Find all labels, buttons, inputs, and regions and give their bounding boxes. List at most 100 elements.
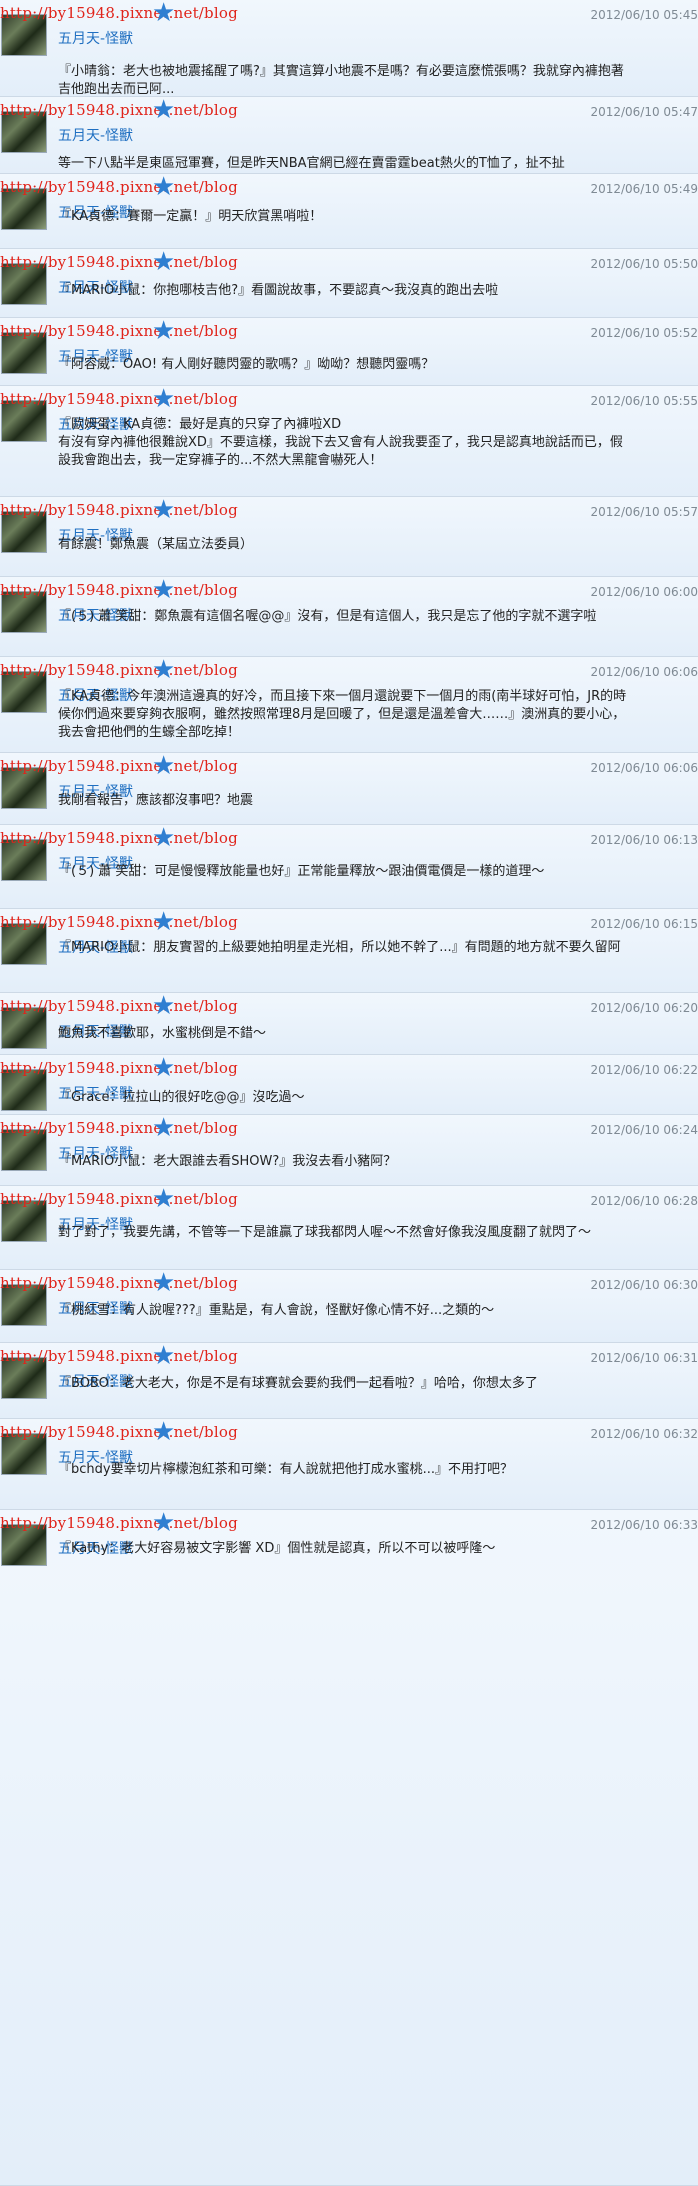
star-icon: ★ <box>152 1343 176 1371</box>
post-timestamp: 2012/06/10 06:28 <box>590 1194 698 1208</box>
watermark-url: http://by15948.pixnet.net/blog <box>0 253 238 271</box>
watermark-url: http://by15948.pixnet.net/blog <box>0 829 238 847</box>
plurk-message: 我剛看報告，應該都沒事吧？地震 <box>58 793 254 808</box>
watermark-url: http://by15948.pixnet.net/blog <box>0 1514 238 1532</box>
watermark-url: http://by15948.pixnet.net/blog <box>0 1423 238 1441</box>
star-icon: ★ <box>152 249 176 277</box>
star-icon: ★ <box>152 909 176 937</box>
post-timestamp: 2012/06/10 06:31 <box>590 1351 698 1365</box>
post-timestamp: 2012/06/10 06:24 <box>590 1123 698 1137</box>
plurk-item: http://by15948.pixnet.net/blog ★ 五月天-怪獸 201… <box>0 1055 698 1115</box>
plurk-message: 有餘震！鄭魚震（某屆立法委員） <box>58 537 254 552</box>
star-icon: ★ <box>152 1419 176 1447</box>
plurk-message: 『Kathy：老大好容易被文字影響 XD』個性就是認真，所以不可以被呼隆～ <box>58 1541 496 1556</box>
post-timestamp: 2012/06/10 06:20 <box>590 1001 698 1015</box>
plurk-item: http://by15948.pixnet.net/blog ★ 五月天-怪獸 201… <box>0 97 698 174</box>
plurk-item: http://by15948.pixnet.net/blog ★ 五月天-怪獸 201… <box>0 174 698 249</box>
plurk-message: 『(５) 蕭 笑甜：鄭魚震有這個名喔@@』沒有，但是有這個人，我只是忘了他的字就… <box>58 609 597 624</box>
star-icon: ★ <box>152 1186 176 1214</box>
plurk-item: http://by15948.pixnet.net/blog ★ 五月天-怪獸 201… <box>0 1115 698 1186</box>
post-timestamp: 2012/06/10 05:55 <box>590 394 698 408</box>
plurk-message: 『bchdy要幸切片檸檬泡紅茶和可樂：有人說就把他打成水蜜桃...』不用打吧？ <box>58 1462 513 1477</box>
plurk-message: 鮑魚我不喜歡耶，水蜜桃倒是不錯～ <box>58 1026 267 1041</box>
watermark-url: http://by15948.pixnet.net/blog <box>0 997 238 1015</box>
star-icon: ★ <box>152 753 176 781</box>
watermark-url: http://by15948.pixnet.net/blog <box>0 1119 238 1137</box>
plurk-message: 『MARIO小鼠：老大跟誰去看SHOW?』我沒去看小豬阿？ <box>58 1154 397 1169</box>
watermark-url: http://by15948.pixnet.net/blog <box>0 1347 238 1365</box>
plurk-message: 『KA貞德：賽爾一定贏！』明天欣賞黑哨啦！ <box>58 209 323 224</box>
plurk-item: http://by15948.pixnet.net/blog ★ 五月天-怪獸 201… <box>0 577 698 657</box>
plurk-feed: http://by15948.pixnet.net/blog ★ 五月天-怪獸 201… <box>0 0 698 2186</box>
star-icon: ★ <box>152 174 176 202</box>
watermark-url: http://by15948.pixnet.net/blog <box>0 913 238 931</box>
post-timestamp: 2012/06/10 06:33 <box>590 1518 698 1532</box>
plurk-item: http://by15948.pixnet.net/blog ★ 五月天-怪獸 201… <box>0 657 698 753</box>
post-timestamp: 2012/06/10 06:30 <box>590 1278 698 1292</box>
star-icon: ★ <box>152 993 176 1021</box>
user-name-link[interactable]: 五月天-怪獸 <box>58 125 133 145</box>
plurk-message: 『KA貞德：今年澳洲這邊真的好冷，而且接下來一個月還說要下一個月的雨(南半球好可… <box>58 689 627 740</box>
plurk-item: http://by15948.pixnet.net/blog ★ 五月天-怪獸 201… <box>0 497 698 577</box>
watermark-url: http://by15948.pixnet.net/blog <box>0 1190 238 1208</box>
watermark-url: http://by15948.pixnet.net/blog <box>0 661 238 679</box>
plurk-message: 『阿容威：OAO! 有人剛好聽閃靈的歌嗎？』呦呦？想聽閃靈嗎？ <box>58 357 435 372</box>
star-icon: ★ <box>152 497 176 525</box>
plurk-message: 對了對了，我要先講，不管等一下是誰贏了球我都閃人喔～不然會好像我沒風度翻了就閃了… <box>58 1225 592 1240</box>
plurk-message: 『Grace：拉拉山的很好吃@@』沒吃過～ <box>58 1090 305 1105</box>
post-timestamp: 2012/06/10 06:15 <box>590 917 698 931</box>
post-timestamp: 2012/06/10 06:00 <box>590 585 698 599</box>
post-timestamp: 2012/06/10 05:45 <box>590 8 698 22</box>
star-icon: ★ <box>152 1115 176 1143</box>
plurk-message: 『BOBO：老大老大，你是不是有球賽就会要約我們一起看啦？』哈哈，你想太多了 <box>58 1376 538 1391</box>
plurk-item: http://by15948.pixnet.net/blog ★ 五月天-怪獸 201… <box>0 909 698 993</box>
star-icon: ★ <box>152 657 176 685</box>
watermark-url: http://by15948.pixnet.net/blog <box>0 4 238 22</box>
star-icon: ★ <box>152 0 176 28</box>
watermark-url: http://by15948.pixnet.net/blog <box>0 101 238 119</box>
plurk-item: http://by15948.pixnet.net/blog ★ 五月天-怪獸 201… <box>0 386 698 497</box>
plurk-item: http://by15948.pixnet.net/blog ★ 五月天-怪獸 201… <box>0 1186 698 1270</box>
plurk-message: 『(５) 蕭 笑甜：可是慢慢釋放能量也好』正常能量釋放～跟油價電價是一樣的道理～ <box>58 864 545 879</box>
plurk-message: 『MARIO小鼠：你抱哪枝吉他?』看圖說故事，不要認真～我沒真的跑出去啦 <box>58 283 499 298</box>
plurk-message: 『桃紅雪：有人說喔???』重點是，有人會說，怪獸好像心情不好...之類的～ <box>58 1303 495 1318</box>
plurk-item: http://by15948.pixnet.net/blog ★ 五月天-怪獸 201… <box>0 753 698 825</box>
star-icon: ★ <box>152 1055 176 1083</box>
plurk-message: 『MARIO小鼠：朋友實習的上級要她拍明星走光相，所以她不幹了...』有問題的地… <box>58 940 621 955</box>
post-timestamp: 2012/06/10 06:06 <box>590 665 698 679</box>
plurk-item: http://by15948.pixnet.net/blog ★ 五月天-怪獸 201… <box>0 0 698 97</box>
plurk-message: 等一下八點半是東區冠軍賽，但是昨天NBA官網已經在賣雷霆beat熱火的T恤了，扯… <box>58 156 565 171</box>
watermark-url: http://by15948.pixnet.net/blog <box>0 1059 238 1077</box>
plurk-item: http://by15948.pixnet.net/blog ★ 五月天-怪獸 201… <box>0 1270 698 1343</box>
star-icon: ★ <box>152 97 176 125</box>
plurk-item: http://by15948.pixnet.net/blog ★ 五月天-怪獸 201… <box>0 993 698 1055</box>
star-icon: ★ <box>152 1270 176 1298</box>
plurk-item: http://by15948.pixnet.net/blog ★ 五月天-怪獸 201… <box>0 249 698 318</box>
star-icon: ★ <box>152 318 176 346</box>
watermark-url: http://by15948.pixnet.net/blog <box>0 501 238 519</box>
post-timestamp: 2012/06/10 05:52 <box>590 326 698 340</box>
post-timestamp: 2012/06/10 06:06 <box>590 761 698 775</box>
plurk-message: 『歐姆蛋：KA貞德：最好是真的只穿了內褲啦XD 有沒有穿內褲他很難說XD』不要這… <box>58 417 623 468</box>
star-icon: ★ <box>152 1510 176 1538</box>
post-timestamp: 2012/06/10 05:49 <box>590 182 698 196</box>
post-timestamp: 2012/06/10 05:47 <box>590 105 698 119</box>
plurk-item: http://by15948.pixnet.net/blog ★ 五月天-怪獸 201… <box>0 318 698 386</box>
star-icon: ★ <box>152 825 176 853</box>
post-timestamp: 2012/06/10 05:57 <box>590 505 698 519</box>
post-timestamp: 2012/06/10 06:13 <box>590 833 698 847</box>
watermark-url: http://by15948.pixnet.net/blog <box>0 390 238 408</box>
star-icon: ★ <box>152 577 176 605</box>
watermark-url: http://by15948.pixnet.net/blog <box>0 1274 238 1292</box>
post-timestamp: 2012/06/10 05:50 <box>590 257 698 271</box>
user-name-link[interactable]: 五月天-怪獸 <box>58 28 133 48</box>
post-timestamp: 2012/06/10 06:22 <box>590 1063 698 1077</box>
post-timestamp: 2012/06/10 06:32 <box>590 1427 698 1441</box>
plurk-item: http://by15948.pixnet.net/blog ★ 五月天-怪獸 201… <box>0 825 698 909</box>
plurk-item: http://by15948.pixnet.net/blog ★ 五月天-怪獸 201… <box>0 1343 698 1419</box>
plurk-message: 『小晴翁：老大也被地震搖醒了嗎?』其實這算小地震不是嗎？有必要這麼慌張嗎？我就穿… <box>58 64 624 97</box>
plurk-item: http://by15948.pixnet.net/blog ★ 五月天-怪獸 201… <box>0 1510 698 2186</box>
watermark-url: http://by15948.pixnet.net/blog <box>0 581 238 599</box>
plurk-item: http://by15948.pixnet.net/blog ★ 五月天-怪獸 201… <box>0 1419 698 1510</box>
watermark-url: http://by15948.pixnet.net/blog <box>0 757 238 775</box>
